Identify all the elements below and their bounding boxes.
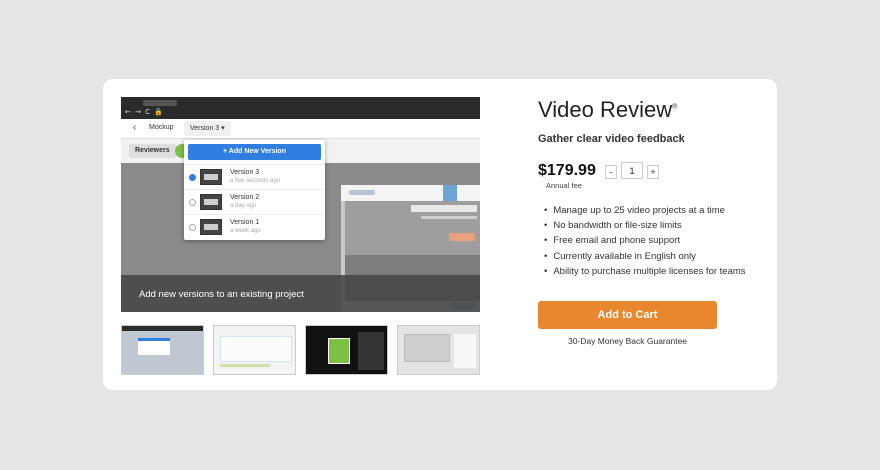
- list-item: Manage up to 25 video projects at a time: [544, 203, 746, 218]
- thumbnail-2[interactable]: [213, 325, 296, 375]
- app-toolbar: ‹ Mockup Version 3 ▾: [121, 119, 480, 139]
- radio-icon: [189, 224, 196, 231]
- product-title: Video Review®: [538, 97, 677, 123]
- trademark-symbol: ®: [672, 103, 678, 111]
- mockup-logo: [349, 190, 375, 195]
- version-dropdown: + Add New Version Version 3 a few second…: [184, 140, 325, 240]
- version-row: Version 3 a few seconds ago: [184, 164, 325, 189]
- mockup-headline: [411, 205, 477, 212]
- browser-nav-icons: ← → C 🔒: [125, 108, 165, 116]
- quantity-input[interactable]: [621, 162, 643, 179]
- mockup-button: [449, 233, 475, 241]
- feature-list: Manage up to 25 video projects at a time…: [544, 203, 746, 279]
- version-time: a day ago: [230, 203, 257, 209]
- mockup-subline: [421, 216, 477, 219]
- version-name: Version 3: [230, 169, 260, 176]
- thumbnail-3[interactable]: [305, 325, 388, 375]
- list-item: Free email and phone support: [544, 233, 746, 248]
- browser-chrome: ← → C 🔒: [121, 97, 480, 119]
- version-time: a week ago: [230, 228, 261, 234]
- thumbnail-1[interactable]: [121, 325, 204, 375]
- version-time: a few seconds ago: [230, 178, 281, 184]
- product-subtitle: Gather clear video feedback: [538, 133, 685, 145]
- add-to-cart-button[interactable]: Add to Cart: [538, 301, 717, 329]
- version-name: Version 1: [230, 219, 260, 226]
- version-thumbnail: [200, 169, 222, 185]
- quantity-decrease-button[interactable]: -: [605, 165, 617, 179]
- version-name: Version 2: [230, 194, 260, 201]
- version-row: Version 2 a day ago: [184, 189, 325, 214]
- price-note: Annual fee: [546, 181, 582, 190]
- quantity-increase-button[interactable]: +: [647, 165, 659, 179]
- list-item: Ability to purchase multiple licenses fo…: [544, 264, 745, 279]
- guarantee-text: 30-Day Money Back Guarantee: [567, 336, 688, 346]
- list-item: No bandwidth or file-size limits: [544, 218, 746, 233]
- browser-tab: [143, 100, 177, 106]
- radio-selected-icon: [189, 174, 196, 181]
- caption-text: Add new versions to an existing project: [139, 289, 304, 300]
- version-thumbnail: [200, 219, 222, 235]
- thumbnail-4[interactable]: [397, 325, 480, 375]
- radio-icon: [189, 199, 196, 206]
- back-icon: ‹: [133, 122, 137, 133]
- breadcrumb: Mockup: [149, 124, 174, 131]
- mockup-tab: [443, 185, 457, 201]
- add-new-version-button: + Add New Version: [188, 144, 321, 160]
- list-item: Currently available in English only: [544, 249, 746, 264]
- product-title-text: Video Review: [538, 97, 673, 122]
- reviewers-label: Reviewers: [129, 144, 176, 158]
- version-selector: Version 3 ▾: [184, 121, 231, 136]
- product-card: ← → C 🔒 ‹ Mockup Version 3 ▾ Reviewers +…: [103, 79, 777, 390]
- version-thumbnail: [200, 194, 222, 210]
- main-product-screenshot: ← → C 🔒 ‹ Mockup Version 3 ▾ Reviewers +…: [121, 97, 480, 312]
- product-price: $179.99: [538, 162, 596, 179]
- version-row: Version 1 a week ago: [184, 214, 325, 239]
- screenshot-caption: Add new versions to an existing project: [121, 275, 480, 312]
